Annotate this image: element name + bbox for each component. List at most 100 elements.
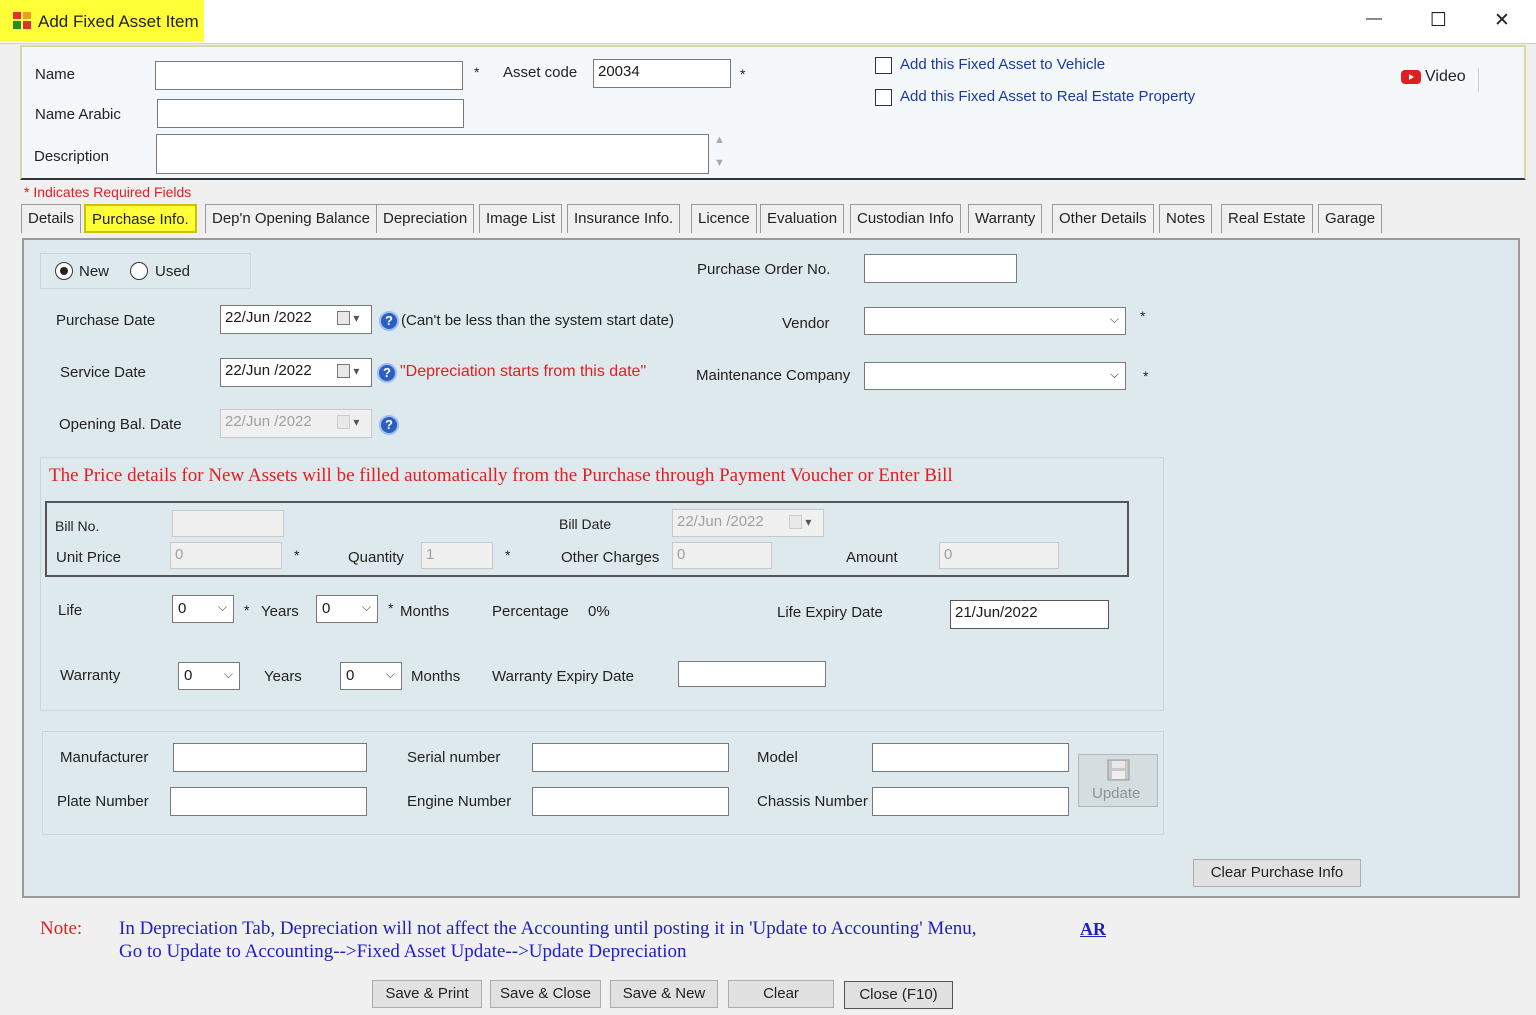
percentage-value: 0% [588, 603, 610, 620]
unit-price-label: Unit Price [56, 549, 122, 566]
service-date-picker[interactable]: 22/Jun /2022 ▾ [220, 358, 372, 387]
chassis-number-input[interactable] [872, 787, 1069, 816]
life-months-label: Months [400, 603, 450, 620]
tab-other-details[interactable]: Other Details [1052, 204, 1154, 233]
add-real-estate-checkbox[interactable] [875, 89, 892, 106]
save-close-button[interactable]: Save & Close [490, 980, 601, 1008]
vendor-required-star: * [1140, 308, 1146, 324]
help-icon[interactable]: ? [377, 363, 397, 383]
purchase-order-input[interactable] [864, 254, 1017, 283]
engine-number-input[interactable] [532, 787, 729, 816]
tab-notes[interactable]: Notes [1159, 204, 1213, 233]
life-expiry-date-input[interactable]: 21/Jun/2022 [950, 600, 1109, 629]
opening-bal-date-label: Opening Bal. Date [59, 416, 182, 433]
maximize-icon[interactable]: ☐ [1430, 9, 1447, 32]
description-input[interactable] [156, 134, 709, 174]
life-months-value: 0 [322, 600, 331, 617]
vendor-label: Vendor [782, 315, 830, 332]
plate-number-input[interactable] [170, 787, 367, 816]
name-arabic-input[interactable] [157, 99, 464, 128]
other-charges-input[interactable]: 0 [672, 542, 772, 569]
ar-link[interactable]: AR [1080, 919, 1106, 940]
tab-image-list[interactable]: Image List [479, 204, 563, 233]
purchase-date-label: Purchase Date [56, 312, 156, 329]
purchase-order-label: Purchase Order No. [697, 261, 831, 278]
minimize-icon[interactable]: — [1366, 10, 1382, 28]
calendar-icon[interactable]: ▾ [337, 415, 365, 431]
unit-price-input[interactable]: 0 [170, 542, 282, 569]
video-separator [1478, 68, 1479, 92]
update-button[interactable]: Update [1078, 754, 1158, 807]
other-charges-label: Other Charges [561, 549, 660, 566]
used-label: Used [155, 263, 191, 280]
serial-number-input[interactable] [532, 743, 729, 772]
tab-purchase-info[interactable]: Purchase Info. [84, 204, 197, 233]
model-input[interactable] [872, 743, 1069, 772]
warranty-expiry-date-input[interactable] [678, 661, 826, 687]
chassis-number-label: Chassis Number [757, 793, 868, 810]
description-label: Description [34, 148, 110, 165]
chevron-down-icon: ⌵ [1109, 312, 1119, 326]
tab-insurance-info[interactable]: Insurance Info. [567, 204, 681, 233]
clear-purchase-info-button[interactable]: Clear Purchase Info [1193, 859, 1361, 887]
tab-custodian-info[interactable]: Custodian Info [850, 204, 961, 233]
life-label: Life [58, 602, 83, 619]
add-real-estate-label[interactable]: Add this Fixed Asset to Real Estate Prop… [900, 88, 1195, 105]
tab-depn-opening-balance[interactable]: Dep'n Opening Balance [205, 204, 377, 233]
life-years-select[interactable]: 0 ⌵ [172, 595, 234, 623]
calendar-icon[interactable]: ▾ [337, 311, 365, 327]
name-input[interactable] [155, 61, 463, 90]
tab-licence[interactable]: Licence [691, 204, 757, 233]
quantity-required-star: * [505, 547, 511, 563]
save-new-button[interactable]: Save & New [610, 980, 718, 1008]
save-icon [1107, 759, 1130, 781]
life-months-select[interactable]: 0 ⌵ [316, 595, 378, 623]
service-date-hint: "Depreciation starts from this date" [400, 363, 647, 380]
amount-input[interactable]: 0 [939, 542, 1059, 569]
calendar-icon[interactable]: ▾ [337, 364, 365, 380]
asset-code-input[interactable]: 20034 [593, 59, 731, 88]
tab-real-estate[interactable]: Real Estate [1221, 204, 1313, 233]
description-scroll-down-icon[interactable]: ▼ [714, 157, 725, 169]
warranty-months-label: Months [411, 668, 461, 685]
close-icon[interactable]: ✕ [1494, 9, 1510, 32]
bill-no-input[interactable] [172, 510, 284, 537]
price-details-note: The Price details for New Assets will be… [49, 465, 953, 486]
purchase-date-value: 22/Jun /2022 [225, 309, 312, 326]
calendar-icon[interactable]: ▾ [789, 515, 817, 531]
new-radio[interactable] [55, 262, 73, 280]
add-vehicle-checkbox[interactable] [875, 57, 892, 74]
vendor-select[interactable]: ⌵ [864, 307, 1126, 335]
help-icon[interactable]: ? [379, 311, 399, 331]
tab-warranty[interactable]: Warranty [968, 204, 1043, 233]
manufacturer-input[interactable] [173, 743, 367, 772]
video-icon[interactable] [1401, 70, 1421, 84]
close-button[interactable]: Close (F10) [844, 981, 953, 1009]
quantity-input[interactable]: 1 [421, 542, 493, 569]
purchase-date-picker[interactable]: 22/Jun /2022 ▾ [220, 305, 372, 334]
warranty-months-select[interactable]: 0 ⌵ [340, 662, 402, 690]
warranty-years-select[interactable]: 0 ⌵ [178, 662, 240, 690]
bill-no-label: Bill No. [55, 518, 100, 534]
chevron-down-icon: ⌵ [1109, 367, 1119, 381]
tab-depreciation[interactable]: Depreciation [376, 204, 475, 233]
clear-button[interactable]: Clear [728, 980, 834, 1008]
maintenance-company-select[interactable]: ⌵ [864, 362, 1126, 390]
chevron-down-icon: ⌵ [217, 600, 227, 614]
add-vehicle-label[interactable]: Add this Fixed Asset to Vehicle [900, 56, 1105, 73]
opening-bal-date-picker[interactable]: 22/Jun /2022 ▾ [220, 409, 372, 438]
description-scroll-up-icon[interactable]: ▲ [714, 134, 725, 146]
help-icon[interactable]: ? [379, 415, 399, 435]
app-icon [13, 12, 31, 29]
warranty-years-value: 0 [184, 667, 193, 684]
name-label: Name [35, 66, 76, 83]
note-label: Note: [40, 918, 83, 939]
percentage-label: Percentage [492, 603, 569, 620]
save-print-button[interactable]: Save & Print [372, 980, 482, 1008]
used-radio[interactable] [130, 262, 148, 280]
video-link[interactable]: Video [1425, 68, 1466, 86]
tab-evaluation[interactable]: Evaluation [760, 204, 845, 233]
bill-date-picker[interactable]: 22/Jun /2022 ▾ [672, 509, 824, 537]
tab-details[interactable]: Details [21, 204, 81, 233]
tab-garage[interactable]: Garage [1318, 204, 1383, 233]
